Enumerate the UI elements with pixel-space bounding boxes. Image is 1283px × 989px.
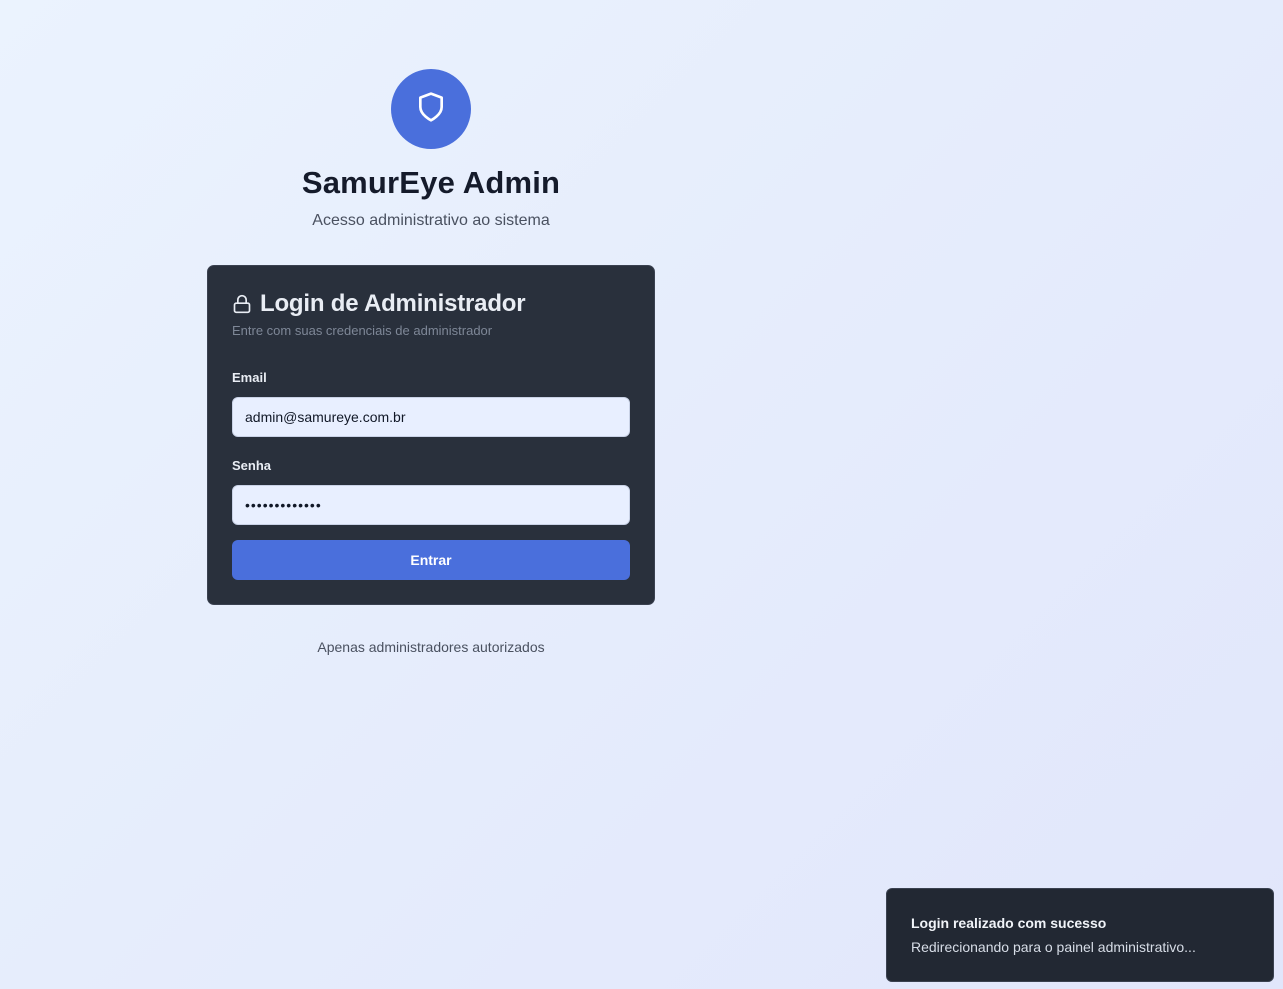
toast-title: Login realizado com sucesso xyxy=(911,915,1107,931)
login-card-description: Entre com suas credenciais de administra… xyxy=(232,323,493,338)
footer-note: Apenas administradores autorizados xyxy=(317,639,545,655)
login-card: Login de Administrador Entre com suas cr… xyxy=(207,265,655,605)
login-card-header: Login de Administrador xyxy=(232,290,526,318)
password-field[interactable] xyxy=(232,485,630,525)
email-field[interactable] xyxy=(232,397,630,437)
shield-icon xyxy=(415,89,447,130)
brand-logo xyxy=(391,69,471,149)
page-title: SamurEye Admin xyxy=(301,165,561,200)
login-card-title: Login de Administrador xyxy=(260,290,526,317)
success-toast[interactable]: Login realizado com sucesso Redirecionan… xyxy=(886,888,1274,982)
password-label: Senha xyxy=(232,458,272,473)
toast-description: Redirecionando para o painel administrat… xyxy=(911,939,1196,955)
page-subtitle: Acesso administrativo ao sistema xyxy=(312,212,550,229)
email-label: Email xyxy=(232,370,267,385)
lock-icon xyxy=(232,293,252,315)
login-submit-button[interactable]: Entrar xyxy=(232,540,630,580)
